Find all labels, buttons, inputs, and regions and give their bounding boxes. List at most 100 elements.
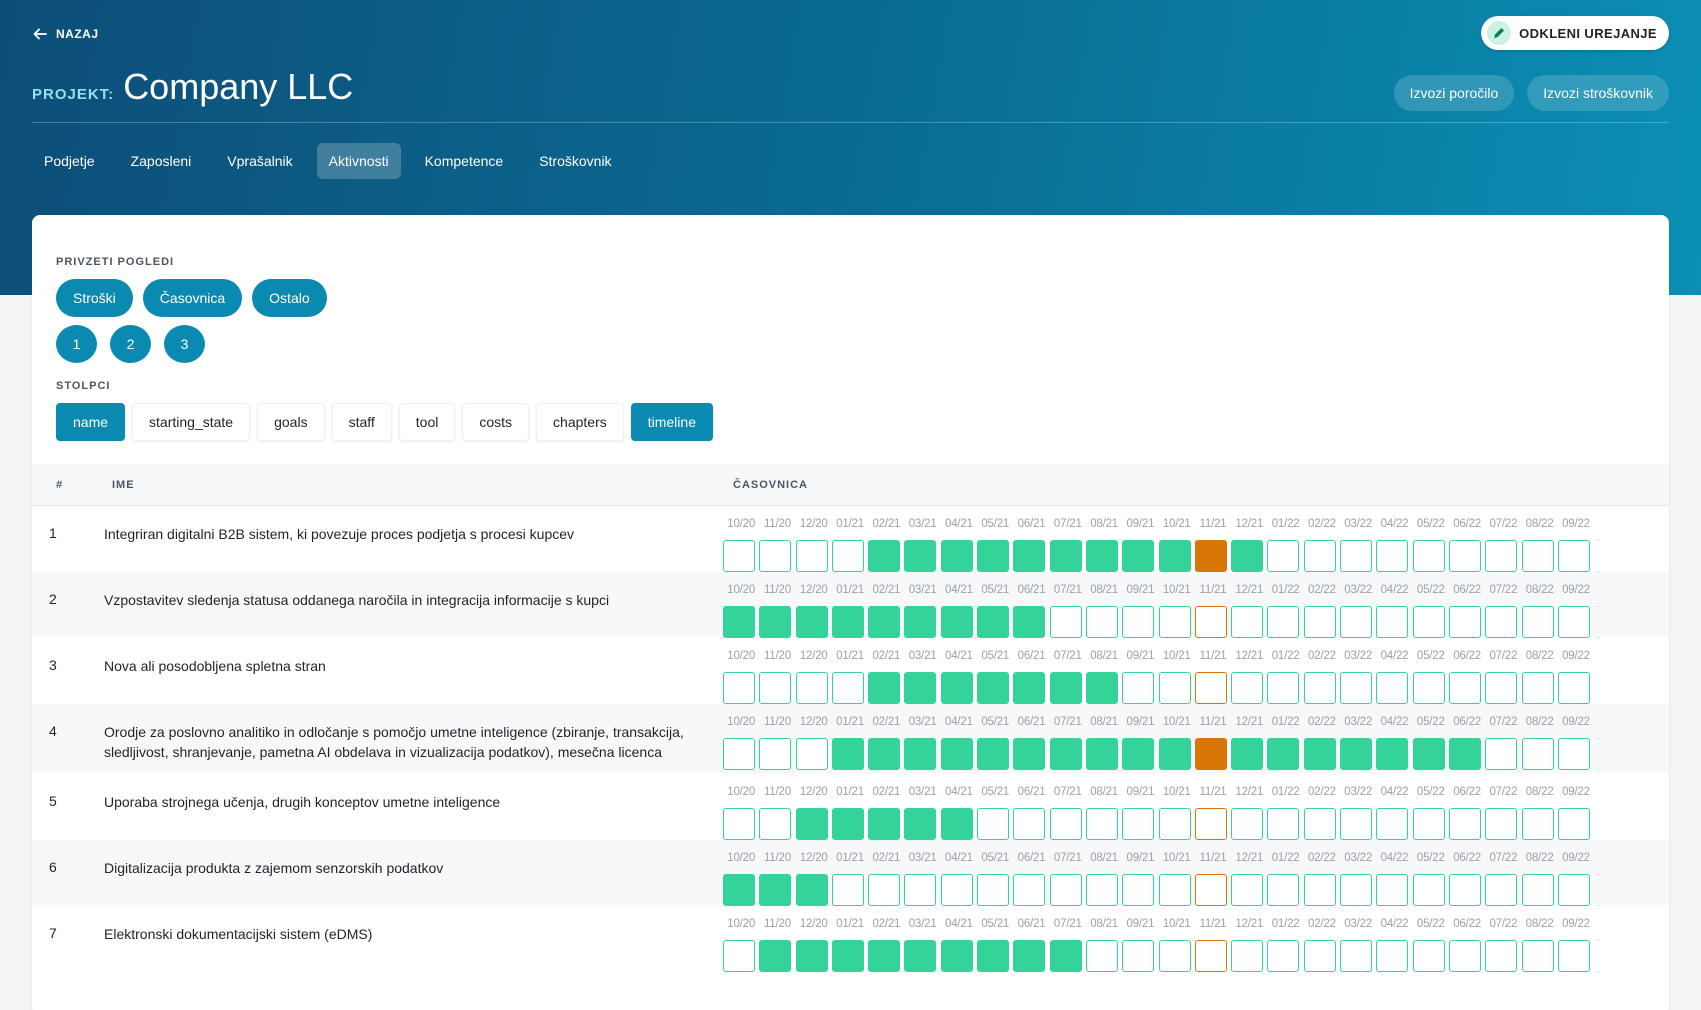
timeline-cell-empty[interactable] [1303, 874, 1336, 906]
timeline-cell-empty[interactable] [1194, 672, 1227, 704]
timeline-cell-empty[interactable] [1485, 672, 1518, 704]
timeline-cell-empty[interactable] [831, 874, 864, 906]
timeline-cell-active[interactable] [831, 606, 864, 638]
timeline-cell-empty[interactable] [1303, 540, 1336, 572]
timeline-cell-empty[interactable] [1521, 672, 1554, 704]
timeline-cell-empty[interactable] [723, 540, 755, 572]
timeline-cell-empty[interactable] [759, 738, 792, 770]
view-button[interactable]: Stroški [56, 279, 133, 317]
timeline-cell-empty[interactable] [723, 738, 755, 770]
timeline-cell-active[interactable] [1122, 540, 1155, 572]
tab-zaposleni[interactable]: Zaposleni [119, 143, 204, 179]
tab-stroškovnik[interactable]: Stroškovnik [527, 143, 623, 179]
timeline-cell-empty[interactable] [1412, 940, 1445, 972]
timeline-cell-empty[interactable] [1557, 738, 1590, 770]
timeline-cell-empty[interactable] [1485, 874, 1518, 906]
timeline-cell-empty[interactable] [1303, 940, 1336, 972]
back-button[interactable]: NAZAJ [32, 26, 99, 42]
timeline-cell-empty[interactable] [723, 672, 755, 704]
timeline-cell-active[interactable] [1158, 540, 1191, 572]
timeline-cell-empty[interactable] [1231, 808, 1264, 840]
timeline-cell-empty[interactable] [1340, 540, 1373, 572]
timeline-cell-empty[interactable] [940, 874, 973, 906]
timeline-cell-empty[interactable] [1557, 808, 1590, 840]
view-button[interactable]: Časovnica [142, 279, 243, 317]
timeline-cell-empty[interactable] [1521, 808, 1554, 840]
timeline-cell-active[interactable] [977, 606, 1010, 638]
column-toggle-starting_state[interactable]: starting_state [132, 403, 251, 441]
column-toggle-timeline[interactable]: timeline [630, 403, 713, 441]
timeline-cell-empty[interactable] [1340, 874, 1373, 906]
table-row[interactable]: 4 Orodje za poslovno analitiko in odločan… [32, 704, 1669, 774]
timeline-cell-active[interactable] [868, 940, 901, 972]
timeline-cell-active[interactable] [977, 940, 1010, 972]
column-toggle-goals[interactable]: goals [257, 403, 325, 441]
timeline-cell-empty[interactable] [1194, 874, 1227, 906]
timeline-cell-active[interactable] [904, 672, 937, 704]
timeline-cell-empty[interactable] [977, 874, 1010, 906]
timeline-cell-empty[interactable] [1557, 940, 1590, 972]
timeline-cell-empty[interactable] [1521, 940, 1554, 972]
timeline-cell-empty[interactable] [759, 672, 792, 704]
timeline-cell-empty[interactable] [1194, 940, 1227, 972]
timeline-cell-empty[interactable] [1448, 940, 1481, 972]
timeline-cell-active[interactable] [1267, 738, 1300, 770]
timeline-cell-empty[interactable] [1521, 874, 1554, 906]
timeline-cell-active[interactable] [1013, 540, 1046, 572]
timeline-cell-active[interactable] [1013, 738, 1046, 770]
timeline-cell-empty[interactable] [1085, 940, 1118, 972]
timeline-cell-active[interactable] [723, 874, 755, 906]
tab-kompetence[interactable]: Kompetence [413, 143, 516, 179]
table-row[interactable]: 6 Digitalizacija produkta z zajemom senzo… [32, 840, 1669, 906]
timeline-cell-active[interactable] [1013, 606, 1046, 638]
timeline-cell-empty[interactable] [1231, 606, 1264, 638]
timeline-cell-empty[interactable] [1448, 606, 1481, 638]
timeline-cell-active[interactable] [1231, 738, 1264, 770]
timeline-cell-empty[interactable] [1267, 540, 1300, 572]
unlock-editing-button[interactable]: ODKLENI UREJANJE [1481, 16, 1669, 50]
timeline-cell-empty[interactable] [1485, 540, 1518, 572]
export-costs-button[interactable]: Izvozi stroškovnik [1527, 75, 1669, 111]
timeline-cell-empty[interactable] [904, 874, 937, 906]
timeline-cell-empty[interactable] [1376, 540, 1409, 572]
timeline-cell-active[interactable] [1231, 540, 1264, 572]
table-row[interactable]: 1 Integriran digitalni B2B sistem, ki pov… [32, 506, 1669, 572]
timeline-cell-empty[interactable] [1412, 808, 1445, 840]
timeline-cell-empty[interactable] [795, 540, 828, 572]
timeline-cell-active[interactable] [1049, 738, 1082, 770]
timeline-cell-empty[interactable] [1412, 606, 1445, 638]
timeline-cell-empty[interactable] [1340, 606, 1373, 638]
timeline-cell-empty[interactable] [1340, 808, 1373, 840]
timeline-cell-active[interactable] [940, 606, 973, 638]
timeline-cell-empty[interactable] [1158, 874, 1191, 906]
timeline-cell-empty[interactable] [1158, 672, 1191, 704]
timeline-cell-empty[interactable] [795, 738, 828, 770]
timeline-cell-empty[interactable] [1122, 874, 1155, 906]
timeline-cell-empty[interactable] [1521, 606, 1554, 638]
timeline-cell-empty[interactable] [1194, 808, 1227, 840]
timeline-cell-active[interactable] [795, 606, 828, 638]
timeline-cell-empty[interactable] [1158, 606, 1191, 638]
timeline-cell-empty[interactable] [1267, 808, 1300, 840]
timeline-cell-empty[interactable] [759, 540, 792, 572]
timeline-cell-active[interactable] [1303, 738, 1336, 770]
timeline-cell-active[interactable] [831, 808, 864, 840]
timeline-cell-empty[interactable] [1122, 672, 1155, 704]
timeline-cell-active[interactable] [795, 808, 828, 840]
timeline-cell-empty[interactable] [1303, 672, 1336, 704]
timeline-cell-empty[interactable] [1049, 808, 1082, 840]
tab-podjetje[interactable]: Podjetje [32, 143, 107, 179]
export-report-button[interactable]: Izvozi poročilo [1393, 75, 1515, 111]
timeline-cell-empty[interactable] [1448, 672, 1481, 704]
timeline-cell-active[interactable] [1085, 738, 1118, 770]
timeline-cell-active[interactable] [977, 672, 1010, 704]
timeline-cell-empty[interactable] [1412, 874, 1445, 906]
view-number-button[interactable]: 3 [164, 325, 205, 363]
timeline-cell-empty[interactable] [1085, 808, 1118, 840]
timeline-cell-active[interactable] [795, 940, 828, 972]
timeline-cell-active[interactable] [1158, 738, 1191, 770]
timeline-cell-empty[interactable] [1485, 606, 1518, 638]
timeline-cell-empty[interactable] [723, 940, 755, 972]
timeline-cell-empty[interactable] [759, 808, 792, 840]
timeline-cell-empty[interactable] [1557, 874, 1590, 906]
